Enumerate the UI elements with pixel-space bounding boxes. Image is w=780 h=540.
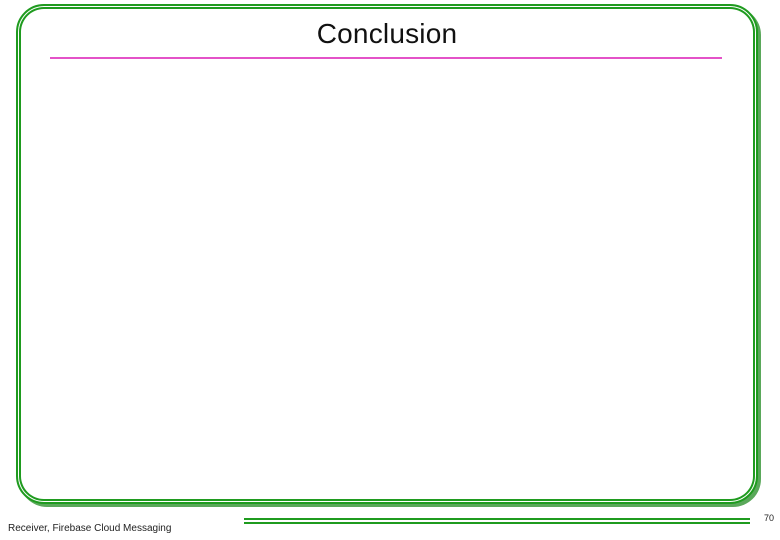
footer-divider [244, 518, 750, 524]
footer-text: Receiver, Firebase Cloud Messaging [8, 523, 171, 534]
slide-canvas: Conclusion Receiver, Firebase Cloud Mess… [0, 0, 780, 540]
title-underline [50, 57, 722, 59]
slide-frame: Conclusion [16, 4, 758, 504]
slide-title: Conclusion [317, 18, 458, 50]
page-number: 70 [764, 513, 774, 523]
